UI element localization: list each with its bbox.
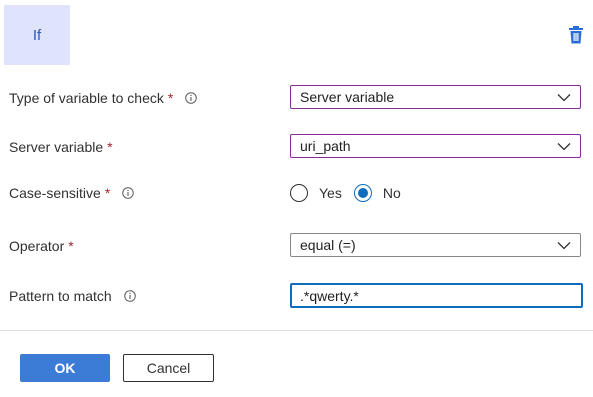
pattern-label: Pattern to match	[9, 288, 112, 304]
condition-panel: If Type of variable to check * Server va…	[0, 0, 593, 397]
required-asterisk: *	[104, 185, 111, 201]
chevron-down-icon	[557, 94, 571, 102]
radio-no-label: No	[382, 185, 401, 201]
operator-label: Operator	[9, 238, 65, 254]
variable-type-label-group: Type of variable to check *	[9, 83, 198, 113]
chevron-down-icon	[557, 242, 571, 250]
radio-checked-icon	[353, 184, 372, 202]
server-variable-dropdown[interactable]: uri_path	[290, 134, 581, 158]
pattern-label-group: Pattern to match	[9, 281, 136, 311]
operator-value: equal (=)	[300, 237, 356, 253]
radio-yes-label: Yes	[319, 185, 342, 201]
variable-type-dropdown[interactable]: Server variable	[290, 85, 581, 109]
operator-dropdown[interactable]: equal (=)	[290, 233, 581, 257]
case-sensitive-radio-group: Yes No	[290, 178, 413, 208]
case-sensitive-row: Case-sensitive * Yes No	[0, 178, 593, 208]
cancel-button[interactable]: Cancel	[123, 354, 214, 382]
trash-icon[interactable]	[568, 26, 584, 44]
operator-row: Operator * equal (=)	[0, 231, 593, 261]
server-variable-row: Server variable * uri_path	[0, 132, 593, 162]
required-asterisk: *	[107, 139, 113, 155]
server-variable-label: Server variable	[9, 139, 104, 155]
required-asterisk: *	[68, 238, 74, 254]
chevron-down-icon	[557, 143, 571, 151]
pattern-row: Pattern to match .*qwerty.*	[0, 281, 593, 311]
server-variable-label-group: Server variable *	[9, 132, 113, 162]
radio-unchecked-icon	[290, 184, 308, 202]
server-variable-value: uri_path	[300, 138, 351, 154]
info-icon[interactable]	[185, 92, 198, 104]
pattern-input-value: .*qwerty.*	[300, 287, 359, 304]
if-block: If	[4, 5, 70, 65]
case-sensitive-label: Case-sensitive	[9, 185, 101, 201]
case-sensitive-no-radio[interactable]: No	[353, 184, 401, 202]
pattern-input[interactable]: .*qwerty.*	[290, 283, 583, 308]
variable-type-row: Type of variable to check * Server varia…	[0, 83, 593, 113]
if-label: If	[32, 26, 42, 44]
variable-type-value: Server variable	[300, 89, 395, 105]
footer-divider	[0, 330, 593, 331]
case-sensitive-yes-radio[interactable]: Yes	[290, 184, 342, 202]
variable-type-label: Type of variable to check	[9, 90, 164, 106]
required-asterisk: *	[167, 90, 174, 106]
operator-label-group: Operator *	[9, 231, 74, 261]
info-icon[interactable]	[123, 290, 136, 302]
case-sensitive-label-group: Case-sensitive *	[9, 178, 135, 208]
info-icon[interactable]	[122, 187, 135, 199]
ok-button[interactable]: OK	[20, 354, 110, 382]
